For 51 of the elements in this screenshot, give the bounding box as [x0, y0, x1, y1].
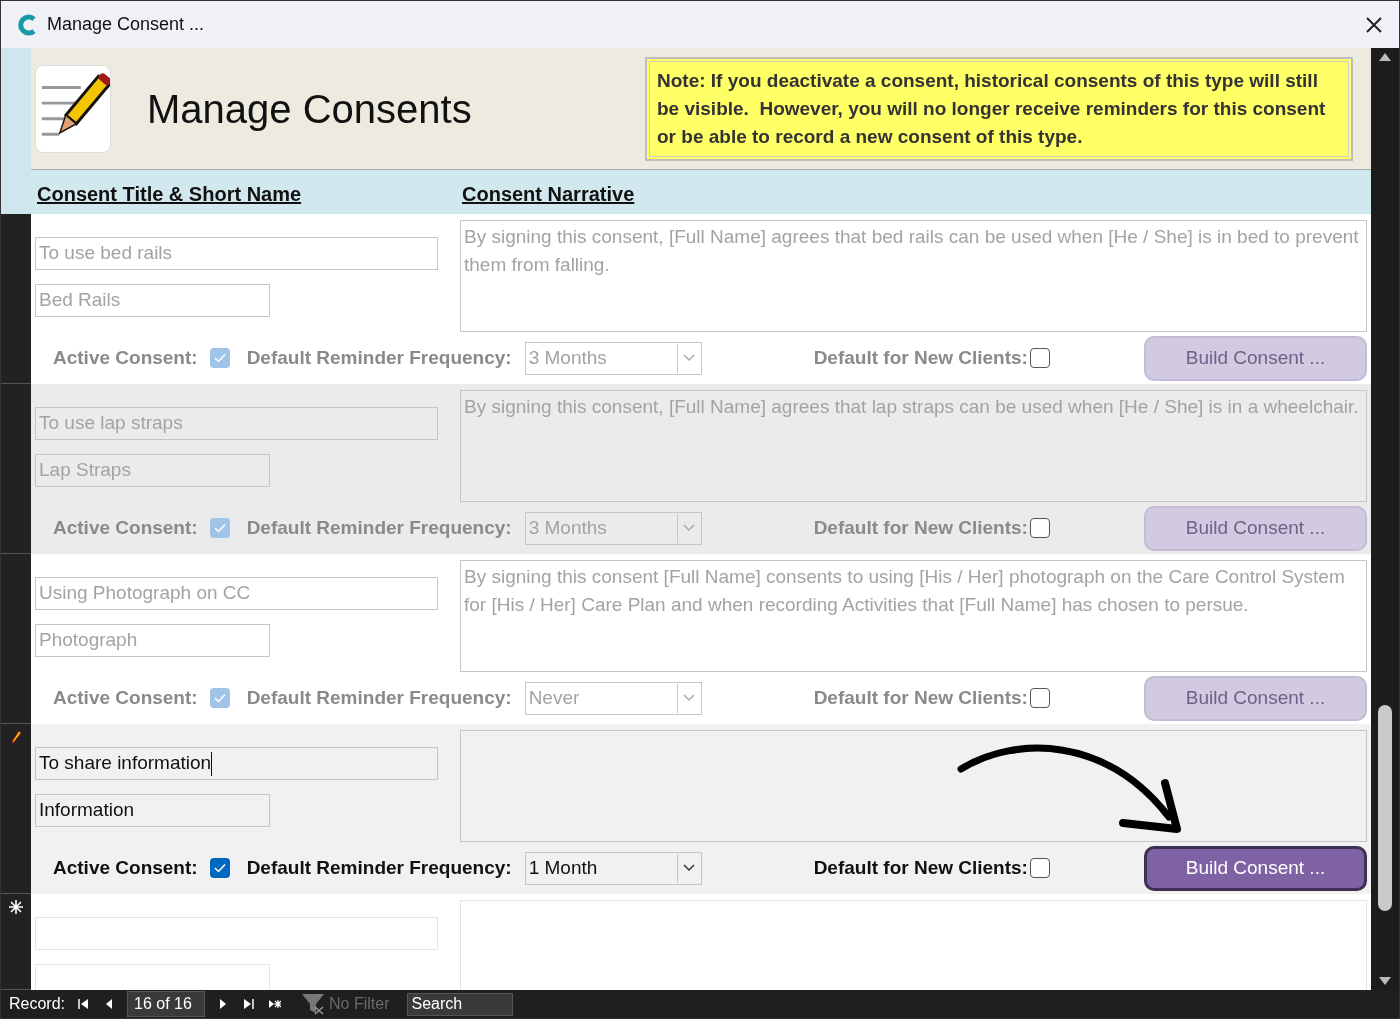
first-record-icon [77, 998, 90, 1010]
frequency-label: Default Reminder Frequency: [246, 345, 512, 370]
no-filter-label: No Filter [329, 994, 390, 1014]
chevron-down-icon [683, 864, 696, 872]
active-label: Active Consent: [53, 685, 198, 710]
new-record-icon [269, 998, 282, 1010]
search-field[interactable]: Search [407, 992, 514, 1016]
narrative-field[interactable] [460, 730, 1367, 842]
checkmark-icon [213, 693, 226, 703]
title-field[interactable] [35, 917, 438, 950]
chevron-down-icon [683, 694, 696, 702]
build-consent-button[interactable]: Build Consent ... [1144, 845, 1367, 891]
frequency-dropdown[interactable]: 1 Month [524, 851, 702, 885]
active-label: Active Consent: [53, 515, 198, 540]
default-new-clients-label: Default for New Clients: [813, 855, 1028, 880]
checkmark-icon [213, 863, 226, 873]
title-field[interactable]: To share information [35, 747, 438, 780]
checkmark-icon [213, 353, 226, 363]
new-record-button[interactable] [267, 998, 284, 1010]
window-title: Manage Consent ... [47, 13, 205, 36]
scrollbar-thumb[interactable] [1378, 705, 1392, 911]
chevron-down-icon [683, 354, 696, 362]
record-position-field[interactable]: 16 of 16 [127, 991, 206, 1017]
pencil-icon [11, 730, 21, 744]
chevron-down-icon [683, 524, 696, 532]
frequency-label: Default Reminder Frequency: [246, 515, 512, 540]
active-label: Active Consent: [53, 855, 198, 880]
scroll-down-icon[interactable] [1378, 976, 1392, 986]
frequency-label: Default Reminder Frequency: [246, 855, 512, 880]
record-label: Record: [9, 994, 66, 1014]
record-selector[interactable] [1, 894, 31, 990]
page-title: Manage Consents [147, 85, 472, 133]
notepad-pencil-icon [35, 64, 111, 153]
column-header: Consent Narrative [462, 182, 635, 207]
asterisk-icon [9, 900, 23, 914]
short-name-field[interactable]: Information [35, 794, 270, 827]
default-new-clients-label: Default for New Clients: [813, 345, 1028, 370]
active-label: Active Consent: [53, 345, 198, 370]
column-header: Consent Title & Short Name [37, 182, 303, 207]
checkbox[interactable] [1029, 858, 1050, 878]
close-icon [1365, 15, 1383, 34]
frequency-label: Default Reminder Frequency: [246, 685, 512, 710]
default-new-clients-label: Default for New Clients: [813, 515, 1028, 540]
funnel-icon [301, 993, 326, 1015]
scroll-up-icon[interactable] [1378, 52, 1392, 62]
checkbox[interactable] [209, 858, 230, 878]
app-logo-icon [17, 13, 37, 36]
checkmark-icon [213, 523, 226, 533]
default-new-clients-label: Default for New Clients: [813, 685, 1028, 710]
last-record-icon [243, 998, 256, 1010]
warning-note: Note: If you deactivate a consent, historical consents of this type will still be visible. However, you will no longer receive reminders for this consent or be able to record a new consent of this type. [645, 56, 1353, 161]
